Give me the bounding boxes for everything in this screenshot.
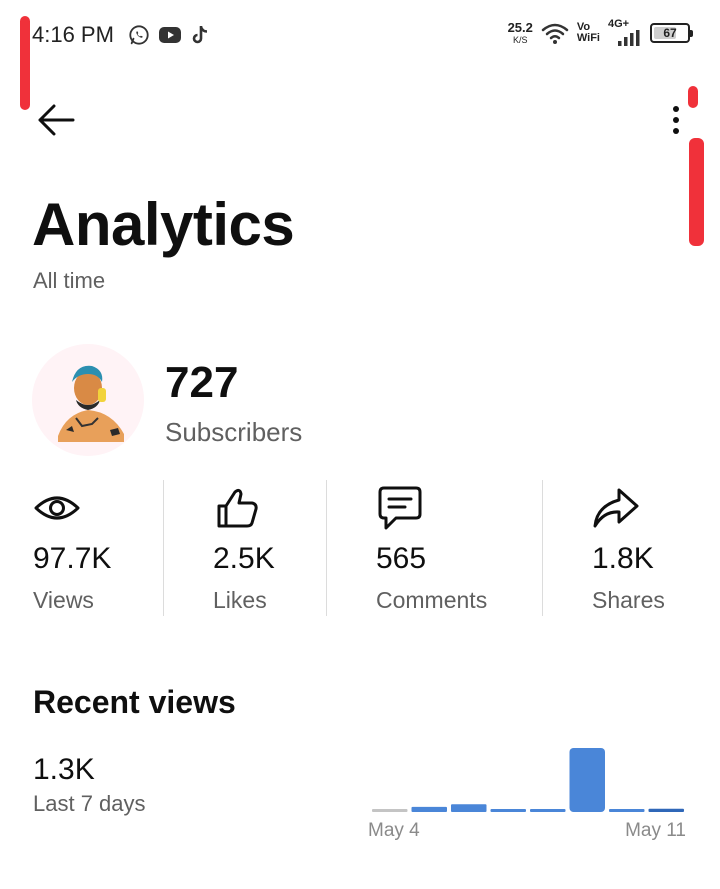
recent-views-title: Recent views [33, 684, 236, 720]
status-bar: 4:16 PM 25.2 K/S Vo WiFi 4G+ 67 [0, 0, 720, 72]
status-app-icons [128, 24, 210, 46]
red-marker-left [20, 16, 30, 110]
shares-value: 1.8K [592, 542, 654, 575]
status-indicators: 25.2 K/S Vo WiFi 4G+ 67 [508, 18, 693, 46]
battery-indicator: 67 [650, 23, 693, 43]
chart-bar[interactable] [569, 748, 606, 812]
tiktok-icon [192, 26, 208, 44]
subscriber-count: 727 [165, 358, 239, 407]
recent-views-value: 1.3K [33, 753, 95, 786]
stat-shares[interactable]: 1.8K Shares [592, 480, 702, 616]
channel-avatar[interactable] [32, 344, 144, 456]
arrow-left-icon [38, 104, 75, 136]
more-vert-icon-dot [673, 117, 679, 123]
stat-likes[interactable]: 2.5K Likes [213, 480, 323, 616]
network-speed: 25.2 K/S [508, 21, 533, 45]
wifi-icon [541, 23, 569, 44]
comment-icon [378, 486, 422, 530]
shares-label: Shares [592, 587, 665, 613]
signal-bars-icon [618, 30, 640, 46]
chart-x-tick-label: May 4 [368, 820, 420, 841]
battery-level: 67 [663, 26, 677, 40]
network-speed-value: 25.2 [507, 20, 533, 35]
page-subtitle[interactable]: All time [33, 268, 105, 294]
recent-views-chart[interactable]: May 4 May 11 [368, 740, 688, 844]
likes-value: 2.5K [213, 542, 275, 575]
vowifi-bottom: WiFi [576, 32, 600, 44]
chart-bar[interactable] [372, 809, 408, 812]
stat-divider [326, 480, 327, 616]
whatsapp-icon [129, 25, 149, 45]
chart-bar[interactable] [530, 809, 566, 812]
chart-bar[interactable] [609, 809, 645, 812]
status-time: 4:16 PM [32, 22, 114, 47]
eye-icon [34, 496, 80, 520]
vowifi-indicator: Vo WiFi [577, 22, 600, 44]
more-vert-icon-dot [673, 128, 679, 134]
youtube-icon [159, 27, 181, 43]
stat-divider [542, 480, 543, 616]
network-type: 4G+ [608, 18, 630, 30]
red-marker-right [689, 138, 704, 246]
stat-divider [163, 480, 164, 616]
back-button[interactable] [34, 100, 78, 140]
chart-bar[interactable] [648, 808, 685, 812]
more-options-button[interactable] [660, 100, 692, 140]
network-speed-unit: K/S [512, 35, 528, 45]
share-icon [593, 488, 639, 528]
likes-label: Likes [213, 587, 267, 613]
page-title: Analytics [32, 191, 295, 258]
avatar-illustration [32, 344, 144, 456]
thumbs-up-icon [217, 488, 258, 528]
comments-value: 565 [376, 542, 427, 575]
subscriber-label: Subscribers [165, 417, 303, 447]
stat-views[interactable]: 97.7K Views [33, 480, 153, 616]
chart-bar[interactable] [411, 806, 448, 812]
comments-label: Comments [376, 587, 488, 613]
more-vert-icon-dot [673, 106, 679, 112]
chart-x-tick-label: May 11 [625, 820, 686, 841]
chart-bar[interactable] [451, 804, 487, 812]
stat-comments[interactable]: 565 Comments [376, 480, 526, 616]
recent-views-period: Last 7 days [33, 791, 146, 816]
chart-bar[interactable] [490, 809, 527, 812]
views-value: 97.7K [33, 542, 112, 575]
views-label: Views [33, 587, 94, 613]
cell-signal: 4G+ [608, 18, 642, 46]
